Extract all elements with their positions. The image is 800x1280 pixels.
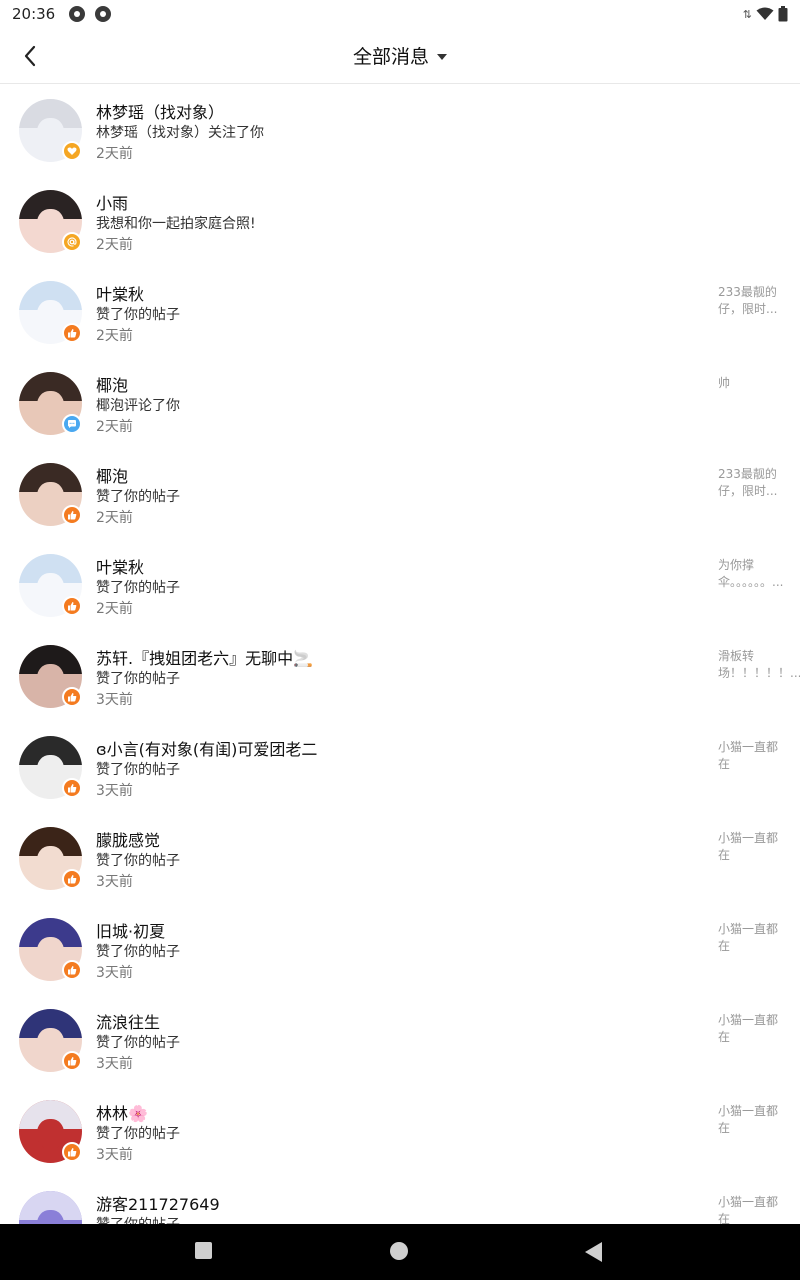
app-notification-icon — [95, 6, 112, 22]
recent-apps-button[interactable] — [195, 1242, 212, 1259]
back-arrow-icon — [24, 45, 36, 67]
message-time: 2天前 — [96, 328, 133, 344]
message-text: 赞了你的帖子 — [96, 489, 180, 505]
post-preview: 小猫一直都在 — [718, 831, 779, 862]
message-row[interactable]: 叶棠秋赞了你的帖子 2天前 233最靓的仔，限时... — [0, 266, 800, 357]
message-time: 2天前 — [96, 237, 133, 253]
message-text: 赞了你的帖子 — [96, 762, 180, 778]
message-row[interactable]: 椰泡赞了你的帖子 2天前 233最靓的仔，限时... — [0, 448, 800, 539]
thumbs-up-icon — [62, 323, 82, 343]
battery-icon — [778, 6, 788, 22]
message-time: 2天前 — [96, 510, 133, 526]
message-time: 3天前 — [96, 1147, 133, 1163]
post-preview: 滑板转场！！！！！... — [718, 649, 800, 680]
wifi-icon — [756, 7, 774, 20]
post-preview: 小猫一直都在 — [718, 1104, 779, 1135]
status-time: 20:36 — [12, 5, 56, 23]
message-text: 林梦瑶（找对象）关注了你 — [96, 125, 264, 141]
sender-name: 叶棠秋 — [96, 285, 145, 304]
sender-name: 椰泡 — [96, 467, 129, 486]
message-time: 3天前 — [96, 1056, 133, 1072]
message-time: 3天前 — [96, 692, 133, 708]
back-button[interactable] — [12, 38, 48, 74]
comment-icon — [62, 414, 82, 434]
thumbs-up-icon — [62, 596, 82, 616]
thumbs-up-icon — [62, 1051, 82, 1071]
message-text: 赞了你的帖子 — [96, 671, 180, 687]
message-text: 赞了你的帖子 — [96, 944, 180, 960]
message-text: 我想和你一起拍家庭合照! — [96, 216, 256, 232]
message-row[interactable]: 苏轩.『拽姐团老六』无聊中🚬 赞了你的帖子 3天前 滑板转场！！！！！... — [0, 630, 800, 721]
message-time: 3天前 — [96, 783, 133, 799]
message-text: 赞了你的帖子 — [96, 1035, 180, 1051]
message-text: 赞了你的帖子 — [96, 1214, 180, 1224]
message-text: 赞了你的帖子 — [96, 307, 180, 323]
message-row[interactable]: 朦胧感觉赞了你的帖子 3天前 小猫一直都在 — [0, 812, 800, 903]
thumbs-up-icon — [62, 960, 82, 980]
message-filter-dropdown[interactable]: 全部消息 — [353, 42, 447, 69]
sender-name: 游客211727649 — [96, 1195, 220, 1214]
post-preview: 小猫一直都在 — [718, 922, 779, 953]
thumbs-up-icon — [62, 778, 82, 798]
caret-down-icon — [437, 53, 447, 60]
message-row[interactable]: ɞ小言(有对象(有闺)可爱团老二 赞了你的帖子 3天前 小猫一直都在 — [0, 721, 800, 812]
message-row[interactable]: 林林🌸 赞了你的帖子 3天前 小猫一直都在 — [0, 1085, 800, 1176]
page-title: 全部消息 — [352, 46, 429, 68]
sender-name: 林梦瑶（找对象） — [96, 103, 225, 122]
home-button[interactable] — [390, 1242, 408, 1260]
post-preview: 小猫一直都在 — [718, 1013, 779, 1044]
post-preview: 帅 — [718, 376, 731, 390]
message-time: 2天前 — [96, 419, 133, 435]
message-text: 赞了你的帖子 — [96, 853, 180, 869]
message-time: 3天前 — [96, 965, 133, 981]
sender-name: 旧城·初夏 — [96, 922, 166, 941]
message-time: 3天前 — [96, 874, 133, 890]
app-notification-icon — [69, 6, 86, 22]
post-preview: 为你撑伞。。。。。。... — [718, 558, 784, 589]
thumbs-up-icon — [62, 869, 82, 889]
message-text: 赞了你的帖子 — [96, 580, 180, 596]
message-text: 椰泡评论了你 — [96, 398, 180, 414]
sender-name: ɞ小言(有对象(有闺)可爱团老二 — [96, 740, 318, 759]
sender-name: 苏轩.『拽姐团老六』无聊中🚬 — [96, 649, 314, 668]
sender-name: 椰泡 — [96, 376, 129, 395]
post-preview: 小猫一直都在 — [718, 1195, 779, 1224]
message-row[interactable]: 叶棠秋赞了你的帖子 2天前 为你撑伞。。。。。。... — [0, 539, 800, 630]
at-sign-icon — [62, 232, 82, 252]
system-nav-bar — [0, 1224, 800, 1280]
sender-name: 流浪往生 — [96, 1013, 161, 1032]
thumbs-up-icon — [62, 505, 82, 525]
message-row[interactable]: 游客211727649赞了你的帖子 小猫一直都在 — [0, 1176, 800, 1224]
header: 全部消息 — [0, 28, 800, 84]
system-back-button[interactable] — [585, 1242, 602, 1262]
thumbs-up-icon — [62, 1142, 82, 1162]
message-row[interactable]: 林梦瑶（找对象） 林梦瑶（找对象）关注了你 2天前 — [0, 84, 800, 175]
message-text: 赞了你的帖子 — [96, 1126, 180, 1142]
status-bar: 20:36 ⇅ — [0, 0, 800, 28]
message-list[interactable]: 林梦瑶（找对象） 林梦瑶（找对象）关注了你 2天前 小雨 我想和你一起拍家庭合照! 2天前… — [0, 84, 800, 1224]
sender-name: 小雨 — [96, 194, 129, 213]
avatar[interactable] — [19, 1191, 82, 1224]
message-time: 2天前 — [96, 601, 133, 617]
message-row[interactable]: 旧城·初夏赞了你的帖子 3天前 小猫一直都在 — [0, 903, 800, 994]
message-row[interactable]: 流浪往生赞了你的帖子 3天前 小猫一直都在 — [0, 994, 800, 1085]
thumbs-up-icon — [62, 687, 82, 707]
message-time: 2天前 — [96, 146, 133, 162]
sender-name: 林林🌸 — [96, 1104, 148, 1123]
post-preview: 233最靓的仔，限时... — [718, 467, 778, 498]
sender-name: 叶棠秋 — [96, 558, 145, 577]
post-preview: 233最靓的仔，限时... — [718, 285, 778, 316]
sender-name: 朦胧感觉 — [96, 831, 161, 850]
data-activity-icon: ⇅ — [742, 7, 752, 21]
message-row[interactable]: 椰泡椰泡评论了你 2天前 帅 — [0, 357, 800, 448]
heart-icon — [62, 141, 82, 161]
status-indicators: ⇅ — [743, 6, 788, 22]
message-row[interactable]: 小雨我想和你一起拍家庭合照! 2天前 — [0, 175, 800, 266]
post-preview: 小猫一直都在 — [718, 740, 779, 771]
